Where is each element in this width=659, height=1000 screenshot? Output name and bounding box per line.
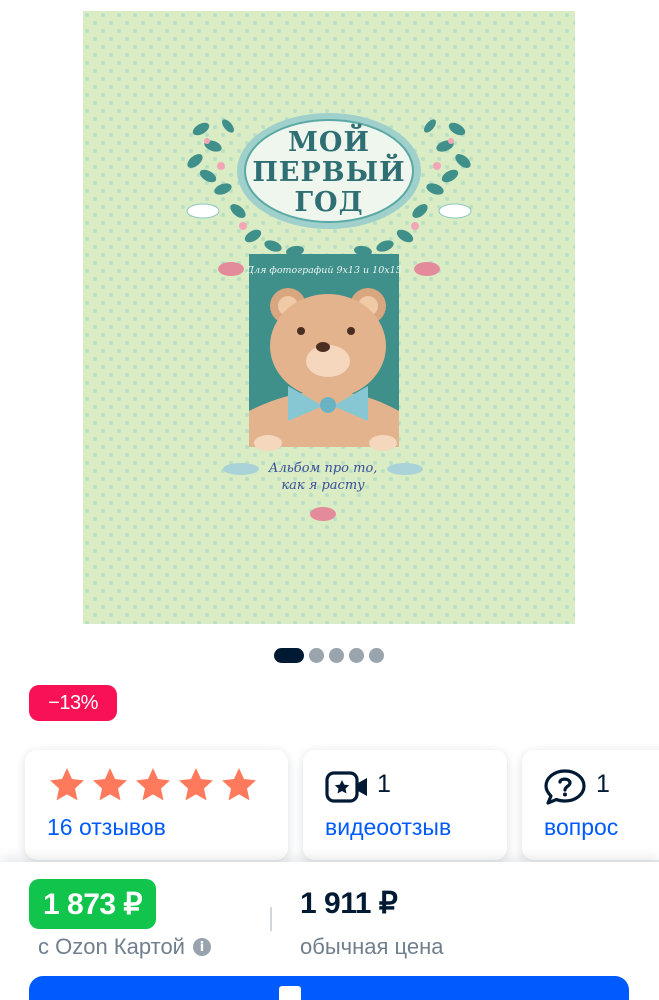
cover-subtitle-line-2: как я расту xyxy=(281,478,365,493)
gallery-dot-3[interactable] xyxy=(329,647,344,663)
question-bubble-icon xyxy=(544,769,586,805)
video-reviews-card[interactable]: 1 видеоотзыв xyxy=(303,750,507,860)
rating-stars xyxy=(47,765,259,805)
star-icon xyxy=(222,768,256,801)
ozon-card-caption-text: с Ozon Картой xyxy=(38,934,185,959)
gallery-pagination[interactable] xyxy=(274,647,384,663)
questions-count: 1 xyxy=(596,770,610,798)
regular-price-caption: обычная цена xyxy=(300,934,444,959)
reviews-link[interactable]: 16 отзывов xyxy=(47,814,166,841)
star-icon xyxy=(136,768,170,801)
gallery-dot-4[interactable] xyxy=(349,647,364,663)
star-icon xyxy=(50,768,84,801)
gallery-dot-2[interactable] xyxy=(309,647,324,663)
questions-card[interactable]: 1 вопрос xyxy=(522,750,659,860)
cover-title-line-1: МОЙ xyxy=(288,123,370,158)
reviews-card[interactable]: 16 отзывов xyxy=(25,750,288,860)
discount-badge: −13% xyxy=(29,685,117,721)
info-icon[interactable]: i xyxy=(192,938,211,956)
cover-title-line-2: ПЕРВЫЙ xyxy=(252,153,405,188)
video-reviews-link[interactable]: видеоотзыв xyxy=(325,814,451,841)
cover-photo-note: Для фотографий 9х13 и 10х15 xyxy=(245,265,401,276)
video-camera-icon xyxy=(325,771,367,803)
video-reviews-count: 1 xyxy=(377,770,391,798)
product-gallery[interactable]: МОЙ ПЕРВЫЙ ГОД Для фотографий 9х13 и 10х… xyxy=(0,0,659,640)
ozon-card-caption[interactable]: с Ozon Картой i xyxy=(38,934,211,960)
star-icon xyxy=(93,768,127,801)
cover-title-line-3: ГОД xyxy=(294,187,363,218)
regular-price: 1 911 ₽ xyxy=(300,887,398,920)
social-proof-cards: 16 отзывов 1 видеоотзыв 1 вопрос xyxy=(25,750,659,860)
product-image[interactable]: МОЙ ПЕРВЫЙ ГОД Для фотографий 9х13 и 10х… xyxy=(83,11,575,624)
gallery-dot-5[interactable] xyxy=(369,647,384,663)
ozon-card-price: 1 873 ₽ xyxy=(29,879,156,929)
cover-subtitle-line-1: Альбом про то, xyxy=(268,461,378,476)
price-bar: 1 873 ₽ с Ozon Картой i 1 911 ₽ обычная … xyxy=(0,862,659,1000)
add-to-cart-button[interactable] xyxy=(29,976,629,1000)
questions-link[interactable]: вопрос xyxy=(544,814,618,841)
gallery-dot-1[interactable] xyxy=(274,647,304,663)
button-label-partial xyxy=(279,986,301,1000)
price-divider xyxy=(270,907,272,931)
star-icon xyxy=(179,768,213,801)
